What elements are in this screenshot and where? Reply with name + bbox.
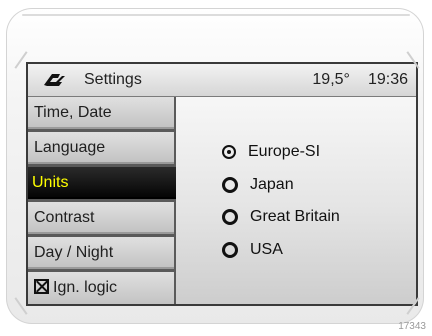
option-label: Europe-SI [248,143,321,160]
bezel-top-line [22,14,410,16]
menu-item-label: Language [34,139,106,156]
menu-item-label: Time, Date [34,104,112,121]
menu-item-language[interactable]: Language [28,132,174,164]
units-panel: Europe-SI Japan Great Britain USA [176,97,416,304]
radio-selected-icon[interactable] [222,145,236,159]
temperature-readout: 19,5° [312,71,350,88]
option-japan[interactable]: Japan [222,174,294,196]
menu-item-contrast[interactable]: Contrast [28,202,174,234]
figure-reference-number: 17343 [398,321,426,332]
menu-item-label: Ign. logic [53,279,118,296]
menu-item-time-date[interactable]: Time, Date [28,97,174,129]
option-europe-si[interactable]: Europe-SI [222,141,320,163]
menu-item-day-night[interactable]: Day / Night [28,237,174,269]
option-usa[interactable]: USA [222,239,283,261]
menu-item-label: Contrast [34,209,95,226]
settings-menu: Time, Date Language Units Contrast Day /… [28,97,180,304]
header-bar: Settings 19,5° 19:36 [28,64,416,97]
menu-item-label: Day / Night [34,244,114,261]
option-label: Japan [250,176,294,193]
menu-item-ignition-logic[interactable]: Ign. logic [28,272,174,304]
checked-checkbox-icon[interactable] [34,279,49,294]
menu-item-label: Units [32,174,69,191]
clock-readout: 19:36 [367,71,408,88]
radio-icon[interactable] [222,177,238,193]
menu-item-units[interactable]: Units [28,167,180,199]
option-great-britain[interactable]: Great Britain [222,206,340,228]
page-title: Settings [84,71,142,88]
option-label: USA [250,241,283,258]
car-logo-icon [42,69,68,91]
settings-screen: Settings 19,5° 19:36 Time, Date Language… [26,62,418,306]
option-label: Great Britain [250,208,340,225]
radio-icon[interactable] [222,242,238,258]
radio-icon[interactable] [222,209,238,225]
